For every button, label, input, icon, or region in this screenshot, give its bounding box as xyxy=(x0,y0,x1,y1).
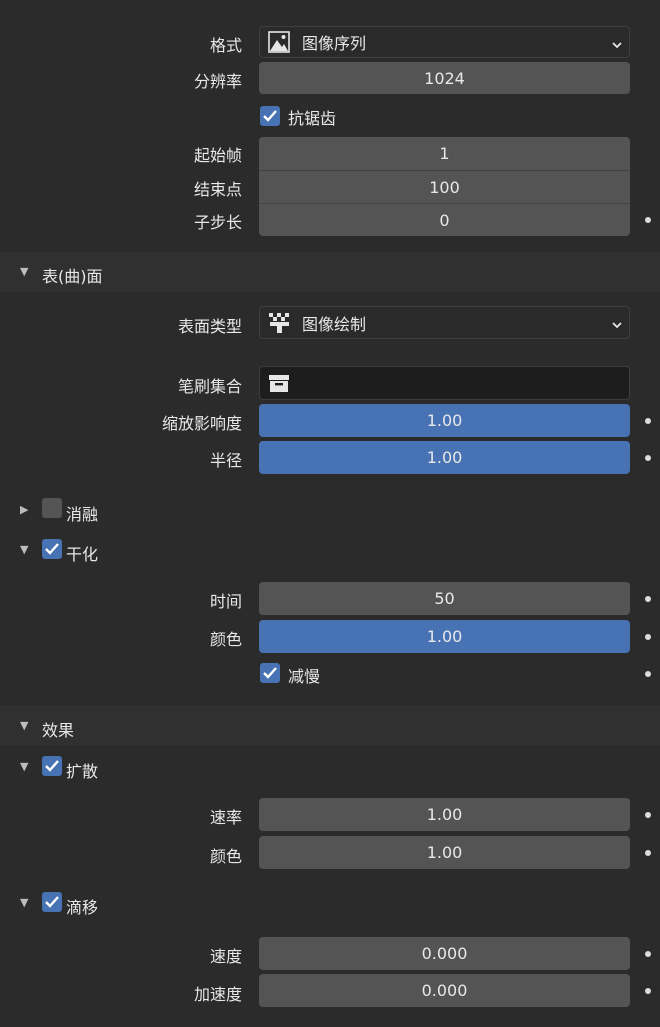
spread-rate-field[interactable]: 1.00 xyxy=(259,798,630,831)
keyframe-dot[interactable] xyxy=(645,455,651,461)
spread-rate-label: 速率 xyxy=(209,808,242,827)
effects-header-label: 效果 xyxy=(42,721,75,740)
end-point-label: 结束点 xyxy=(193,180,242,199)
drip-checkbox[interactable] xyxy=(42,892,62,912)
keyframe-dot[interactable] xyxy=(645,671,651,677)
radius-slider[interactable]: 1.00 xyxy=(259,441,630,474)
triangle-down-icon: ▼ xyxy=(20,265,29,278)
triangle-right-icon[interactable]: ▶ xyxy=(20,503,28,516)
chevron-down-icon xyxy=(611,316,623,335)
resolution-label: 分辨率 xyxy=(193,72,242,91)
chevron-down-icon xyxy=(611,36,623,55)
keyframe-dot[interactable] xyxy=(645,634,651,640)
surface-type-select[interactable]: 图像绘制 xyxy=(259,306,630,339)
radius-label: 半径 xyxy=(209,451,242,470)
start-frame-label: 起始帧 xyxy=(193,146,242,165)
surface-type-label: 表面类型 xyxy=(177,317,242,336)
drip-label: 滴移 xyxy=(66,898,99,917)
drip-velocity-field[interactable]: 0.000 xyxy=(259,937,630,970)
dry-color-slider[interactable]: 1.00 xyxy=(259,620,630,653)
drip-acceleration-field[interactable]: 0.000 xyxy=(259,974,630,1007)
antialias-checkbox[interactable] xyxy=(260,106,280,126)
triangle-down-icon: ▼ xyxy=(20,719,29,732)
surface-type-value: 图像绘制 xyxy=(302,314,367,334)
start-frame-field[interactable]: 1 xyxy=(259,137,630,170)
dissolve-checkbox[interactable] xyxy=(42,498,62,518)
format-label: 格式 xyxy=(209,36,242,55)
end-point-field[interactable]: 100 xyxy=(259,170,630,203)
spread-checkbox[interactable] xyxy=(42,756,62,776)
drip-velocity-label: 速度 xyxy=(209,947,242,966)
collection-box-icon xyxy=(268,372,290,394)
dry-time-field[interactable]: 50 xyxy=(259,582,630,615)
format-select[interactable]: 图像序列 xyxy=(259,26,630,58)
effects-panel-header[interactable]: ▼ 效果 xyxy=(0,705,660,745)
triangle-down-icon[interactable]: ▼ xyxy=(20,896,28,909)
surface-header-label: 表(曲)面 xyxy=(42,267,103,286)
scale-influence-slider[interactable]: 1.00 xyxy=(259,404,630,437)
substeps-label: 子步长 xyxy=(193,213,242,232)
surface-panel-header[interactable]: ▼ 表(曲)面 xyxy=(0,252,660,292)
spread-color-label: 颜色 xyxy=(209,847,242,866)
brush-collection-field[interactable] xyxy=(259,366,630,400)
dissolve-label: 消融 xyxy=(66,505,99,524)
dry-label: 干化 xyxy=(66,545,99,564)
antialias-label: 抗锯齿 xyxy=(288,109,337,128)
dry-checkbox[interactable] xyxy=(42,539,62,559)
resolution-field[interactable]: 1024 xyxy=(259,62,630,94)
keyframe-dot[interactable] xyxy=(645,850,651,856)
paint-icon xyxy=(268,311,292,335)
keyframe-dot[interactable] xyxy=(645,418,651,424)
keyframe-dot[interactable] xyxy=(645,988,651,994)
drip-acceleration-label: 加速度 xyxy=(193,985,242,1004)
slow-checkbox[interactable] xyxy=(260,663,280,683)
image-icon xyxy=(268,31,290,53)
triangle-down-icon[interactable]: ▼ xyxy=(20,543,28,556)
dry-color-label: 颜色 xyxy=(209,630,242,649)
format-value: 图像序列 xyxy=(302,34,367,53)
brush-collection-label: 笔刷集合 xyxy=(177,377,242,396)
substeps-field[interactable]: 0 xyxy=(259,203,630,236)
keyframe-dot[interactable] xyxy=(645,217,651,223)
slow-label: 减慢 xyxy=(288,667,321,686)
keyframe-dot[interactable] xyxy=(645,951,651,957)
scale-influence-label: 缩放影响度 xyxy=(161,414,242,433)
spread-color-field[interactable]: 1.00 xyxy=(259,836,630,869)
spread-label: 扩散 xyxy=(66,762,99,781)
keyframe-dot[interactable] xyxy=(645,812,651,818)
keyframe-dot[interactable] xyxy=(645,596,651,602)
dry-time-label: 时间 xyxy=(209,592,242,611)
triangle-down-icon[interactable]: ▼ xyxy=(20,760,28,773)
